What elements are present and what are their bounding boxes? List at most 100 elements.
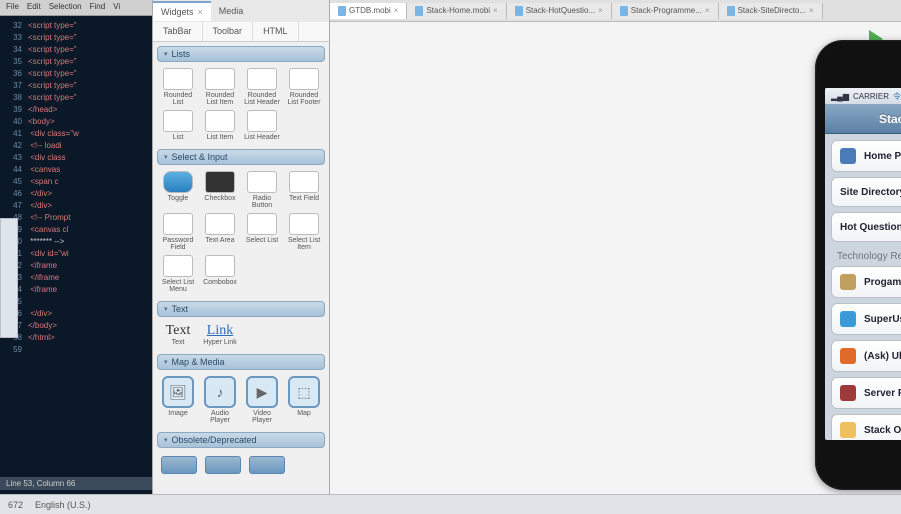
document-tab[interactable]: Stack-HotQuestio...×: [507, 3, 612, 19]
close-icon[interactable]: ×: [493, 6, 498, 15]
subtab-toolbar[interactable]: Toolbar: [203, 22, 254, 41]
widget-item[interactable]: Radio Button: [243, 171, 281, 209]
section-lists[interactable]: Lists: [157, 46, 325, 62]
widget-item[interactable]: Rounded List Header: [243, 68, 281, 106]
widget-media[interactable]: ▶Video Player: [243, 376, 281, 424]
tab-media[interactable]: Media: [211, 2, 252, 20]
obsolete-widget[interactable]: [161, 456, 197, 474]
file-icon: [415, 6, 423, 16]
section-map-media[interactable]: Map & Media: [157, 354, 325, 370]
widget-link[interactable]: Link Hyper Link: [201, 323, 239, 346]
widget-item[interactable]: Combobox: [201, 255, 239, 293]
app-status-bar: 672 English (U.S.): [0, 494, 901, 514]
row-icon: [840, 385, 856, 401]
phone-frame: ▂▄▆ CARRIER 令 12:00 PM ▮ Stack Exchange …: [815, 40, 901, 490]
document-tab[interactable]: Stack-Home.mobi×: [407, 3, 506, 19]
row-label: (Ask) Ubuntu: [864, 351, 901, 362]
widget-item[interactable]: Toggle: [159, 171, 197, 209]
widget-item[interactable]: List Header: [243, 110, 281, 141]
close-icon[interactable]: ×: [394, 6, 399, 15]
close-icon[interactable]: ×: [809, 6, 814, 15]
phone-statusbar: ▂▄▆ CARRIER 令 12:00 PM ▮: [825, 88, 901, 104]
phone-screen: ▂▄▆ CARRIER 令 12:00 PM ▮ Stack Exchange …: [825, 88, 901, 440]
section-select-input[interactable]: Select & Input: [157, 149, 325, 165]
palette-subtabs: TabBar Toolbar HTML: [153, 22, 329, 42]
file-icon: [727, 6, 735, 16]
code-area[interactable]: 32<script type="33<script type="34<scrip…: [0, 16, 155, 360]
phone-content[interactable]: Home Page›Site Directory›Hot Questions› …: [825, 134, 901, 440]
widget-item[interactable]: Select List Item: [285, 213, 323, 251]
section-text-body: Text Text Link Hyper Link: [153, 319, 329, 350]
widgets-panel: Widgets× Media TabBar Toolbar HTML Lists…: [152, 0, 330, 514]
obsolete-widget[interactable]: [205, 456, 241, 474]
document-tab[interactable]: Stack-SiteDirecto...×: [719, 3, 823, 19]
close-icon[interactable]: ×: [705, 6, 710, 15]
row-label: Server Fault: [864, 388, 901, 399]
menu-edit[interactable]: Edit: [27, 2, 41, 13]
list-row[interactable]: SuperUser›: [831, 303, 901, 335]
row-label: Site Directory: [840, 187, 901, 198]
file-icon: [515, 6, 523, 16]
menu-vi[interactable]: Vi: [113, 2, 120, 13]
close-icon[interactable]: ×: [198, 7, 203, 17]
menu-selection[interactable]: Selection: [49, 2, 82, 13]
row-label: Hot Questions: [840, 222, 901, 233]
section-text[interactable]: Text: [157, 301, 325, 317]
widget-media[interactable]: 🖼Image: [159, 376, 197, 424]
section-map-body: 🖼Image♪Audio Player▶Video Player⬚Map: [153, 372, 329, 428]
status-page: 672: [8, 500, 23, 510]
widget-item[interactable]: Select List Menu: [159, 255, 197, 293]
menu-find[interactable]: Find: [90, 2, 106, 13]
list-row[interactable]: (Ask) Ubuntu›: [831, 340, 901, 372]
widget-text[interactable]: Text Text: [159, 323, 197, 346]
widget-item[interactable]: Rounded List: [159, 68, 197, 106]
editor-menu[interactable]: File Edit Selection Find Vi: [0, 0, 155, 16]
widget-item[interactable]: Rounded List Footer: [285, 68, 323, 106]
widget-item[interactable]: Password Field: [159, 213, 197, 251]
row-icon: [840, 311, 856, 327]
subtab-html[interactable]: HTML: [253, 22, 299, 41]
widget-item[interactable]: Text Area: [201, 213, 239, 251]
list-row[interactable]: Server Fault›: [831, 377, 901, 409]
obsolete-widget[interactable]: [249, 456, 285, 474]
section-select-body: ToggleCheckboxRadio ButtonText Field Pass…: [153, 167, 329, 297]
row-label: Stack Overflow: [864, 425, 901, 436]
list-row[interactable]: Stack Overflow›: [831, 414, 901, 440]
widget-item[interactable]: Checkbox: [201, 171, 239, 209]
menu-file[interactable]: File: [6, 2, 19, 13]
widget-item[interactable]: Select List: [243, 213, 281, 251]
close-icon[interactable]: ×: [598, 6, 603, 15]
row-icon: [840, 422, 856, 438]
design-canvas: GTDB.mobi×Stack-Home.mobi×Stack-HotQuest…: [330, 0, 901, 514]
widget-item[interactable]: List: [159, 110, 197, 141]
widget-item[interactable]: Text Field: [285, 171, 323, 209]
subtab-tabbar[interactable]: TabBar: [153, 22, 203, 41]
code-editor-panel: File Edit Selection Find Vi 32<script ty…: [0, 0, 155, 514]
row-label: Progammers: [864, 277, 901, 288]
row-icon: [840, 148, 856, 164]
row-icon: [840, 348, 856, 364]
row-icon: [840, 274, 856, 290]
wifi-icon: 令: [893, 91, 901, 102]
section-obsolete-body: [153, 450, 329, 480]
signal-icon: ▂▄▆: [831, 92, 849, 101]
row-label: SuperUser: [864, 314, 901, 325]
carrier-label: CARRIER: [853, 92, 889, 101]
side-docked-panel: [0, 218, 18, 338]
list-row[interactable]: Progammers›: [831, 266, 901, 298]
document-tab[interactable]: Stack-Programme...×: [612, 3, 719, 19]
widget-item[interactable]: Rounded List Item: [201, 68, 239, 106]
section-obsolete[interactable]: Obsolete/Deprecated: [157, 432, 325, 448]
document-tab[interactable]: GTDB.mobi×: [330, 3, 407, 19]
section-lists-body: Rounded ListRounded List ItemRounded Lis…: [153, 64, 329, 145]
nav-title: Stack Exchange: [825, 104, 901, 134]
editor-status: Line 53, Column 66: [0, 477, 155, 490]
list-row[interactable]: Hot Questions›: [831, 212, 901, 242]
list-row[interactable]: Home Page›: [831, 140, 901, 172]
widget-media[interactable]: ♪Audio Player: [201, 376, 239, 424]
list-row[interactable]: Site Directory›: [831, 177, 901, 207]
widget-media[interactable]: ⬚Map: [285, 376, 323, 424]
widget-item[interactable]: List Item: [201, 110, 239, 141]
tab-widgets[interactable]: Widgets×: [153, 1, 211, 21]
row-label: Home Page: [864, 151, 901, 162]
